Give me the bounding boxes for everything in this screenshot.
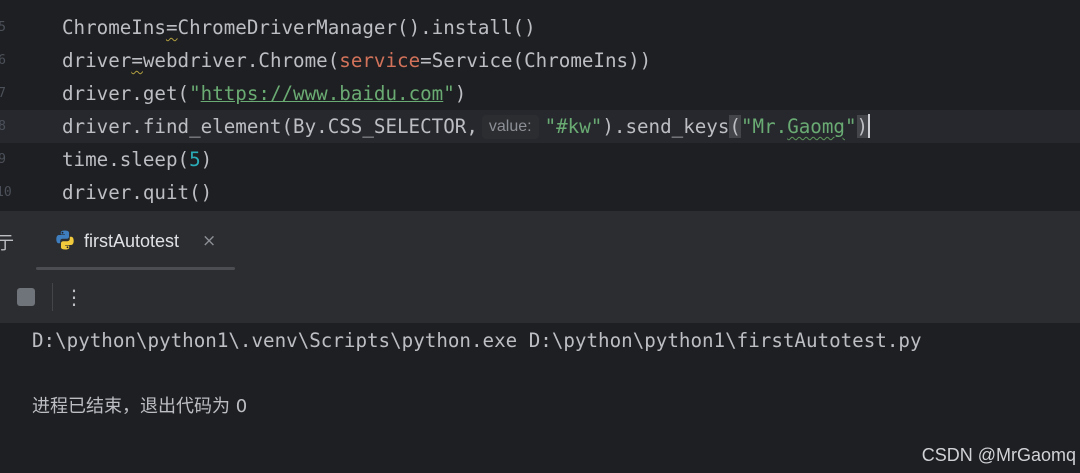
line-number: 10 bbox=[0, 185, 12, 200]
code-token: " bbox=[443, 82, 455, 105]
code-line[interactable]: 9 time.sleep(5) bbox=[0, 143, 1080, 176]
code-line-current[interactable]: 8 driver.find_element(By.CSS_SELECTOR, val… bbox=[0, 110, 1080, 143]
text-caret bbox=[868, 114, 871, 138]
active-tab-indicator bbox=[36, 267, 235, 270]
code-token: driver.find_element(By.CSS_SELECTOR, bbox=[62, 115, 478, 138]
code-token: = bbox=[131, 49, 143, 72]
console-exit-line: 进程已结束，退出代码为 0 bbox=[32, 396, 248, 417]
code-token: webdriver.Chrome( bbox=[142, 49, 340, 72]
tab-label[interactable]: firstAutotest bbox=[84, 230, 179, 252]
code-token: driver.get( bbox=[62, 82, 190, 105]
code-token: 5 bbox=[189, 148, 201, 171]
run-tool-window-icon[interactable]: 亍 bbox=[0, 229, 14, 255]
watermark: CSDN @MrGaomq bbox=[921, 445, 1076, 465]
code-token: ChromeIns bbox=[62, 16, 166, 39]
code-token: driver bbox=[62, 49, 132, 72]
run-toolbar bbox=[0, 271, 1080, 323]
code-token: ( bbox=[729, 115, 741, 138]
line-number: 7 bbox=[0, 86, 6, 101]
code-token: time.sleep( bbox=[62, 148, 190, 171]
code-token: Gaomg bbox=[787, 115, 845, 138]
stop-icon[interactable] bbox=[17, 288, 35, 306]
code-token: ) bbox=[454, 82, 467, 105]
line-number: 9 bbox=[0, 152, 6, 167]
code-token: service bbox=[339, 49, 421, 72]
line-number: 8 bbox=[0, 119, 6, 134]
code-token: ) bbox=[200, 148, 213, 171]
code-token: ).send_keys bbox=[602, 115, 730, 138]
code-text[interactable]: time.sleep(5) bbox=[62, 143, 212, 176]
parameter-hint: value: bbox=[481, 115, 539, 139]
code-text[interactable]: driver.get("https://www.baidu.com") bbox=[62, 77, 466, 110]
code-token: = bbox=[165, 16, 178, 39]
code-token: ChromeDriverManager().install() bbox=[177, 16, 536, 39]
code-token: =Service(ChromeIns)) bbox=[420, 49, 652, 72]
more-options-icon[interactable]: ⋮ bbox=[64, 284, 84, 310]
code-token: ) bbox=[856, 115, 869, 138]
close-icon[interactable]: × bbox=[202, 230, 216, 252]
console-command-line: D:\python\python1\.venv\Scripts\python.e… bbox=[32, 329, 922, 352]
code-line[interactable]: 5 ChromeIns=ChromeDriverManager().install… bbox=[0, 11, 1080, 44]
python-icon bbox=[56, 230, 74, 250]
code-token: " bbox=[189, 82, 201, 105]
code-text[interactable]: driver.quit() bbox=[62, 176, 212, 209]
code-text[interactable]: driver.find_element(By.CSS_SELECTOR, valu… bbox=[62, 110, 871, 143]
line-number: 6 bbox=[0, 53, 6, 68]
code-line[interactable]: 6 driver=webdriver.Chrome(service=Service… bbox=[0, 44, 1080, 77]
code-token: "#kw" bbox=[544, 115, 603, 138]
toolbar-divider bbox=[52, 283, 53, 311]
code-text[interactable]: driver=webdriver.Chrome(service=Service(… bbox=[62, 44, 651, 77]
code-line[interactable]: 7 driver.get("https://www.baidu.com") bbox=[0, 77, 1080, 110]
code-token: "Mr. bbox=[740, 115, 788, 138]
code-token: https://www.baidu.com bbox=[200, 82, 444, 105]
line-number: 5 bbox=[0, 20, 6, 35]
code-text[interactable]: ChromeIns=ChromeDriverManager().install(… bbox=[62, 11, 536, 44]
code-editor[interactable]: 5 ChromeIns=ChromeDriverManager().install… bbox=[0, 0, 1080, 210]
code-token: " bbox=[844, 115, 857, 138]
code-line[interactable]: 10 driver.quit() bbox=[0, 176, 1080, 209]
code-token: driver.quit() bbox=[62, 181, 213, 204]
